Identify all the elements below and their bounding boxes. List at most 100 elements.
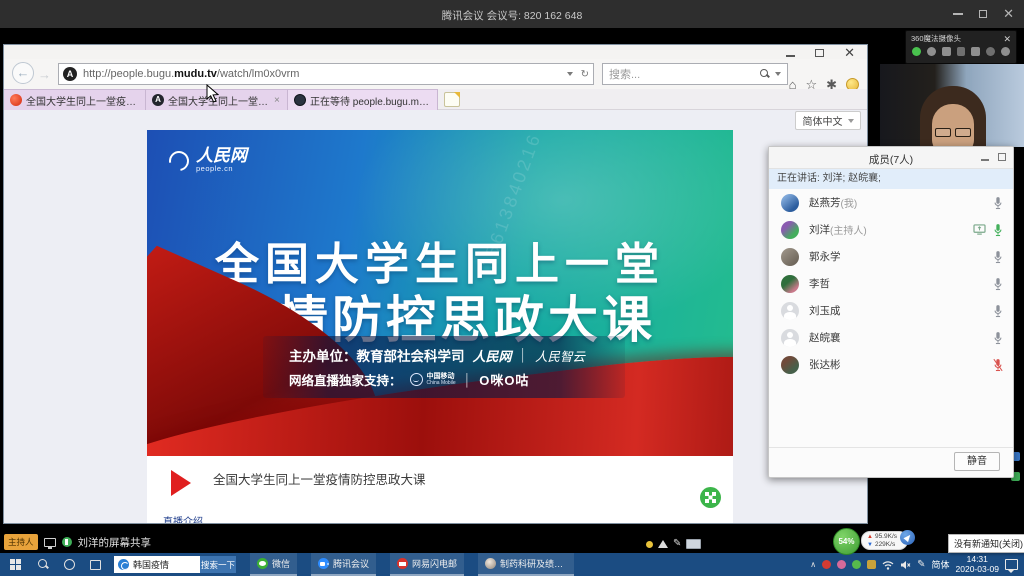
volume-icon[interactable] — [658, 540, 668, 548]
ime-pen-icon[interactable]: ✎ — [917, 560, 925, 570]
tab-close-icon[interactable]: × — [274, 95, 280, 106]
tray-wechat-icon[interactable] — [852, 560, 861, 569]
tab-1[interactable]: 全国大学生同上一堂疫情防控思... — [4, 89, 146, 110]
effects-icon[interactable] — [957, 47, 966, 56]
member-row[interactable]: 刘洋 (主持人) — [769, 216, 1013, 243]
mic-icon[interactable] — [993, 304, 1003, 318]
settings-icon[interactable] — [1001, 47, 1010, 56]
avatar — [781, 221, 799, 239]
caption-icon[interactable] — [942, 47, 951, 56]
wechat-icon — [257, 558, 268, 569]
preview-box-icon[interactable] — [686, 539, 701, 549]
browser-window: ✕ ← → A http://people.bugu.mudu.tv/watch… — [3, 44, 868, 524]
taskbar-app-wechat[interactable]: 微信 — [250, 553, 297, 576]
china-mobile-logo: 中国移动 China Mobile — [410, 373, 456, 387]
download-arrow-icon: ▼ — [867, 541, 873, 549]
url-dropdown-icon[interactable] — [567, 72, 573, 76]
tray-camera-icon[interactable] — [867, 560, 876, 569]
taskbar-app-mail[interactable]: 网易闪电邮 — [390, 553, 464, 576]
qr-code-icon[interactable] — [700, 487, 721, 508]
member-row[interactable]: 赵燕芳 (我) — [769, 189, 1013, 216]
close-icon[interactable]: ✕ — [1003, 9, 1014, 18]
notification-tooltip: 没有新通知(关闭) — [948, 534, 1024, 553]
status-dot-icon[interactable] — [646, 541, 653, 548]
site-favicon: A — [63, 67, 77, 81]
camera-close-icon[interactable]: ✕ — [1003, 35, 1011, 43]
camera-toolbar-title: 360魔法摄像头 — [911, 33, 961, 44]
tab-3-active[interactable]: 正在等待 people.bugu.mudu.tv — [288, 89, 438, 110]
panel-maximize-icon[interactable] — [998, 153, 1006, 161]
browser-minimize-icon[interactable] — [786, 55, 795, 57]
speaker-icon[interactable] — [900, 560, 911, 570]
scene-icon[interactable] — [971, 47, 980, 56]
avatar — [781, 275, 799, 293]
screen: 腾讯会议 会议号: 820 162 648 ✕ ✕ ← → A http://p… — [0, 0, 1024, 576]
mic-icon[interactable] — [993, 196, 1003, 210]
forward-button[interactable]: → — [38, 67, 51, 82]
avatar-default — [781, 329, 799, 347]
member-row[interactable]: 李哲 — [769, 270, 1013, 297]
address-bar[interactable]: A http://people.bugu.mudu.tv/watch/lm0x0… — [58, 63, 594, 85]
browser-e-icon — [118, 559, 129, 570]
back-button[interactable]: ← — [12, 62, 34, 84]
mic-icon[interactable] — [993, 331, 1003, 345]
mic-muted-icon[interactable] — [993, 358, 1003, 372]
page-content: 简体中文 人民网 people.cn 15613840216 全国大学生同上一堂… — [4, 110, 867, 523]
browser-maximize-icon[interactable] — [815, 49, 824, 57]
language-selector[interactable]: 简体中文 — [795, 111, 861, 130]
loading-favicon — [294, 94, 306, 106]
task-view-icon[interactable] — [82, 553, 108, 576]
beauty-icon[interactable] — [912, 47, 921, 56]
search-dropdown-icon[interactable] — [775, 72, 781, 76]
member-row[interactable]: 张达彬 — [769, 351, 1013, 378]
migu-logo: O咪O咕 — [479, 370, 529, 389]
taskbar-search-icon[interactable] — [30, 553, 56, 576]
ime-mode-label[interactable]: 简体 — [932, 558, 950, 571]
search-icon[interactable] — [760, 69, 770, 79]
boost-rocket-icon[interactable] — [900, 530, 915, 545]
browser-search-input[interactable]: 搜索... — [602, 63, 788, 85]
page-section-label[interactable]: 直播介绍 — [163, 513, 203, 523]
wifi-icon[interactable] — [882, 560, 894, 570]
taskbar-app-meeting[interactable]: 腾讯会议 — [311, 553, 376, 576]
taskbar-search-box[interactable]: 韩国疫情 — [114, 556, 200, 573]
member-row[interactable]: 郭永学 — [769, 243, 1013, 270]
net-monitor-ball[interactable]: 54% — [833, 528, 860, 555]
minimize-icon[interactable] — [953, 13, 963, 15]
refresh-icon[interactable]: ↻ — [581, 69, 589, 80]
tray-app-red-icon[interactable] — [822, 560, 831, 569]
props-icon[interactable] — [986, 47, 995, 56]
emoji-icon[interactable] — [927, 47, 936, 56]
members-panel: 成员(7人) 正在讲话: 刘洋; 赵皖襄; 赵燕芳 (我) 刘洋 (主持人) — [768, 146, 1014, 478]
members-title: 成员(7人) — [769, 152, 1013, 167]
member-row[interactable]: 刘玉成 — [769, 297, 1013, 324]
mic-icon[interactable] — [993, 223, 1003, 237]
tray-app-pink-icon[interactable] — [837, 560, 846, 569]
tab-strip: 全国大学生同上一堂疫情防控思... A 全国大学生同上一堂疫情防... × 正在… — [4, 89, 867, 110]
china-mobile-icon — [410, 373, 423, 386]
taskbar-app-document[interactable]: 制药科研及绩效工... — [478, 553, 574, 576]
pen-icon[interactable]: ✎ — [673, 539, 681, 549]
tray-expand-icon[interactable]: ∧ — [810, 560, 816, 569]
browser-navbar: ← → A http://people.bugu.mudu.tv/watch/l… — [4, 59, 867, 89]
mute-button[interactable]: 静音 — [954, 452, 1000, 471]
action-center-icon[interactable] — [1005, 559, 1018, 570]
mic-icon[interactable] — [993, 277, 1003, 291]
share-indicator: 主持人 刘洋的屏幕共享 — [4, 533, 151, 551]
participant-video[interactable] — [880, 64, 1024, 147]
maximize-icon[interactable] — [979, 10, 987, 18]
new-tab-button[interactable] — [444, 92, 460, 107]
start-button[interactable] — [0, 553, 30, 576]
netease-mail-icon — [397, 558, 408, 569]
mic-icon[interactable] — [993, 250, 1003, 264]
browser-close-icon[interactable]: ✕ — [844, 48, 855, 58]
meeting-titlebar: 腾讯会议 会议号: 820 162 648 ✕ — [0, 0, 1024, 28]
panel-minimize-icon[interactable] — [981, 159, 989, 161]
mouse-cursor — [206, 84, 219, 103]
members-footer: 静音 — [769, 447, 1013, 477]
cortana-icon[interactable] — [56, 553, 82, 576]
search-go-button[interactable]: 搜索一下 — [200, 556, 236, 573]
play-button[interactable] — [171, 470, 191, 496]
taskbar-clock[interactable]: 14:31 2020-03-09 — [956, 555, 999, 574]
member-row[interactable]: 赵皖襄 — [769, 324, 1013, 351]
